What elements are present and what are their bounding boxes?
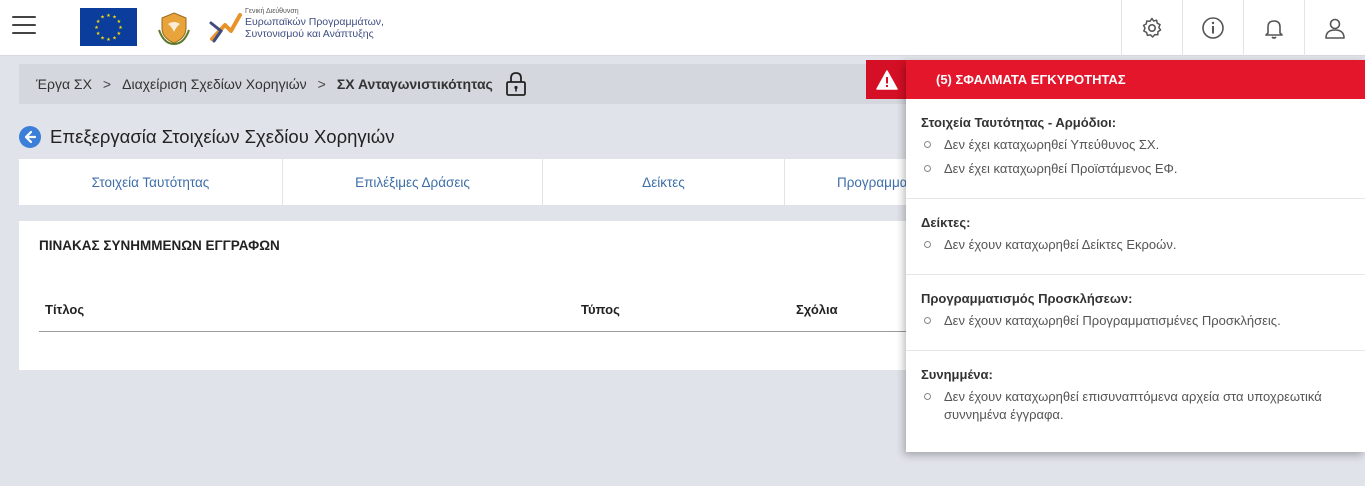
breadcrumb-separator: >	[317, 76, 326, 92]
error-item: Δεν έχουν καταχωρηθεί Προγραμματισμένες …	[921, 312, 1350, 330]
top-bar: ★ ★ ★ ★ ★ ★ ★ ★ ★ ★ ★ ★ Γενική Διεύθυνση Ευρωπαϊ…	[0, 0, 1365, 56]
error-section-title: Στοιχεία Ταυτότητας - Αρμόδιοι:	[921, 115, 1117, 130]
column-header-type[interactable]: Τύπος	[581, 302, 620, 317]
cyprus-emblem-logo	[156, 10, 192, 46]
column-header-comments[interactable]: Σχόλια	[796, 302, 838, 317]
tab-bar: Στοιχεία Ταυτότητας Επιλέξιμες Δράσεις Δ…	[19, 159, 919, 205]
svg-text:★: ★	[117, 31, 122, 37]
tab-eligible-actions[interactable]: Επιλέξιμες Δράσεις	[283, 159, 543, 205]
user-icon	[1325, 18, 1345, 39]
tab-programming[interactable]: Προγραμματ	[785, 159, 919, 205]
agency-name-small: Γενική Διεύθυνση	[245, 8, 299, 15]
validation-errors-header: (5) ΣΦΑΛΜΑΤΑ ΕΓΚΥΡΟΤΗΤΑΣ	[906, 60, 1365, 99]
info-icon	[1202, 17, 1224, 39]
validation-errors-toggle[interactable]	[866, 60, 907, 99]
error-section-title: Συνημμένα:	[921, 367, 993, 382]
attached-documents-card: ΠΙΝΑΚΑΣ ΣΥΝΗΜΜΕΝΩΝ ΕΓΓΡΑΦΩΝ Τίτλος Τύπος…	[19, 221, 919, 370]
error-section-title: Προγραμματισμός Προσκλήσεων:	[921, 291, 1133, 306]
breadcrumb-item-current: ΣΧ Ανταγωνιστικότητας	[336, 76, 493, 92]
back-arrow-icon[interactable]	[19, 126, 41, 148]
validation-errors-panel: (5) ΣΦΑΛΜΑΤΑ ΕΓΚΥΡΟΤΗΤΑΣ Στοιχεία Ταυτότ…	[906, 60, 1365, 452]
info-button[interactable]	[1182, 0, 1243, 56]
warning-icon	[875, 69, 898, 90]
breadcrumb-separator: >	[102, 76, 112, 92]
error-item: Δεν έχει καταχωρηθεί Υπεύθυνος ΣΧ.	[921, 136, 1350, 154]
user-button[interactable]	[1304, 0, 1365, 56]
tab-identity-details[interactable]: Στοιχεία Ταυτότητας	[19, 159, 283, 205]
svg-text:★: ★	[112, 35, 117, 41]
svg-text:★: ★	[100, 15, 105, 21]
menu-icon[interactable]	[12, 16, 36, 38]
breadcrumb-item-projects[interactable]: Έργα ΣΧ	[36, 76, 92, 92]
svg-text:★: ★	[96, 31, 101, 37]
settings-gear-icon	[1142, 17, 1162, 38]
tab-indicators[interactable]: Δείκτες	[543, 159, 785, 205]
error-section-attachments: Συνημμένα: Δεν έχουν καταχωρηθεί επισυνα…	[906, 351, 1365, 444]
error-section-identity: Στοιχεία Ταυτότητας - Αρμόδιοι: Δεν έχει…	[906, 99, 1365, 199]
error-section-calls-programming: Προγραμματισμός Προσκλήσεων: Δεν έχουν κ…	[906, 275, 1365, 351]
agency-logo: Γενική Διεύθυνση Ευρωπαϊκών Προγραμμάτων…	[209, 7, 389, 49]
lock-icon	[505, 72, 526, 96]
settings-button[interactable]	[1121, 0, 1182, 56]
svg-text:★: ★	[100, 35, 105, 41]
error-item: Δεν έχουν καταχωρηθεί επισυναπτόμενα αρχ…	[921, 388, 1350, 424]
svg-text:★: ★	[106, 37, 111, 43]
bell-icon	[1265, 20, 1283, 39]
svg-text:★: ★	[94, 25, 99, 31]
attached-documents-title: ΠΙΝΑΚΑΣ ΣΥΝΗΜΜΕΝΩΝ ΕΓΓΡΑΦΩΝ	[39, 238, 280, 253]
eu-flag-logo: ★ ★ ★ ★ ★ ★ ★ ★ ★ ★ ★ ★	[80, 8, 137, 46]
agency-logo-mark-icon	[209, 13, 242, 43]
column-header-title[interactable]: Τίτλος	[45, 302, 84, 317]
agency-name-line1: Ευρωπαϊκών Προγραμμάτων,	[245, 16, 384, 28]
error-section-title: Δείκτες:	[921, 215, 971, 230]
agency-name-line2: Συντονισμού και Ανάπτυξης	[245, 28, 374, 40]
documents-table-header: Τίτλος Τύπος Σχόλια	[39, 296, 919, 332]
page-title: Επεξεργασία Στοιχείων Σχεδίου Χορηγιών	[50, 126, 395, 147]
error-item: Δεν έχει καταχωρηθεί Προϊστάμενος ΕΦ.	[921, 160, 1350, 178]
breadcrumb: Έργα ΣΧ > Διαχείριση Σχεδίων Χορηγιών > …	[19, 64, 919, 104]
svg-text:★: ★	[106, 13, 111, 19]
breadcrumb-item-plans-management[interactable]: Διαχείριση Σχεδίων Χορηγιών	[122, 76, 307, 92]
error-section-indicators: Δείκτες: Δεν έχουν καταχωρηθεί Δείκτες Ε…	[906, 199, 1365, 275]
error-item: Δεν έχουν καταχωρηθεί Δείκτες Εκροών.	[921, 236, 1350, 254]
notifications-button[interactable]	[1243, 0, 1304, 56]
